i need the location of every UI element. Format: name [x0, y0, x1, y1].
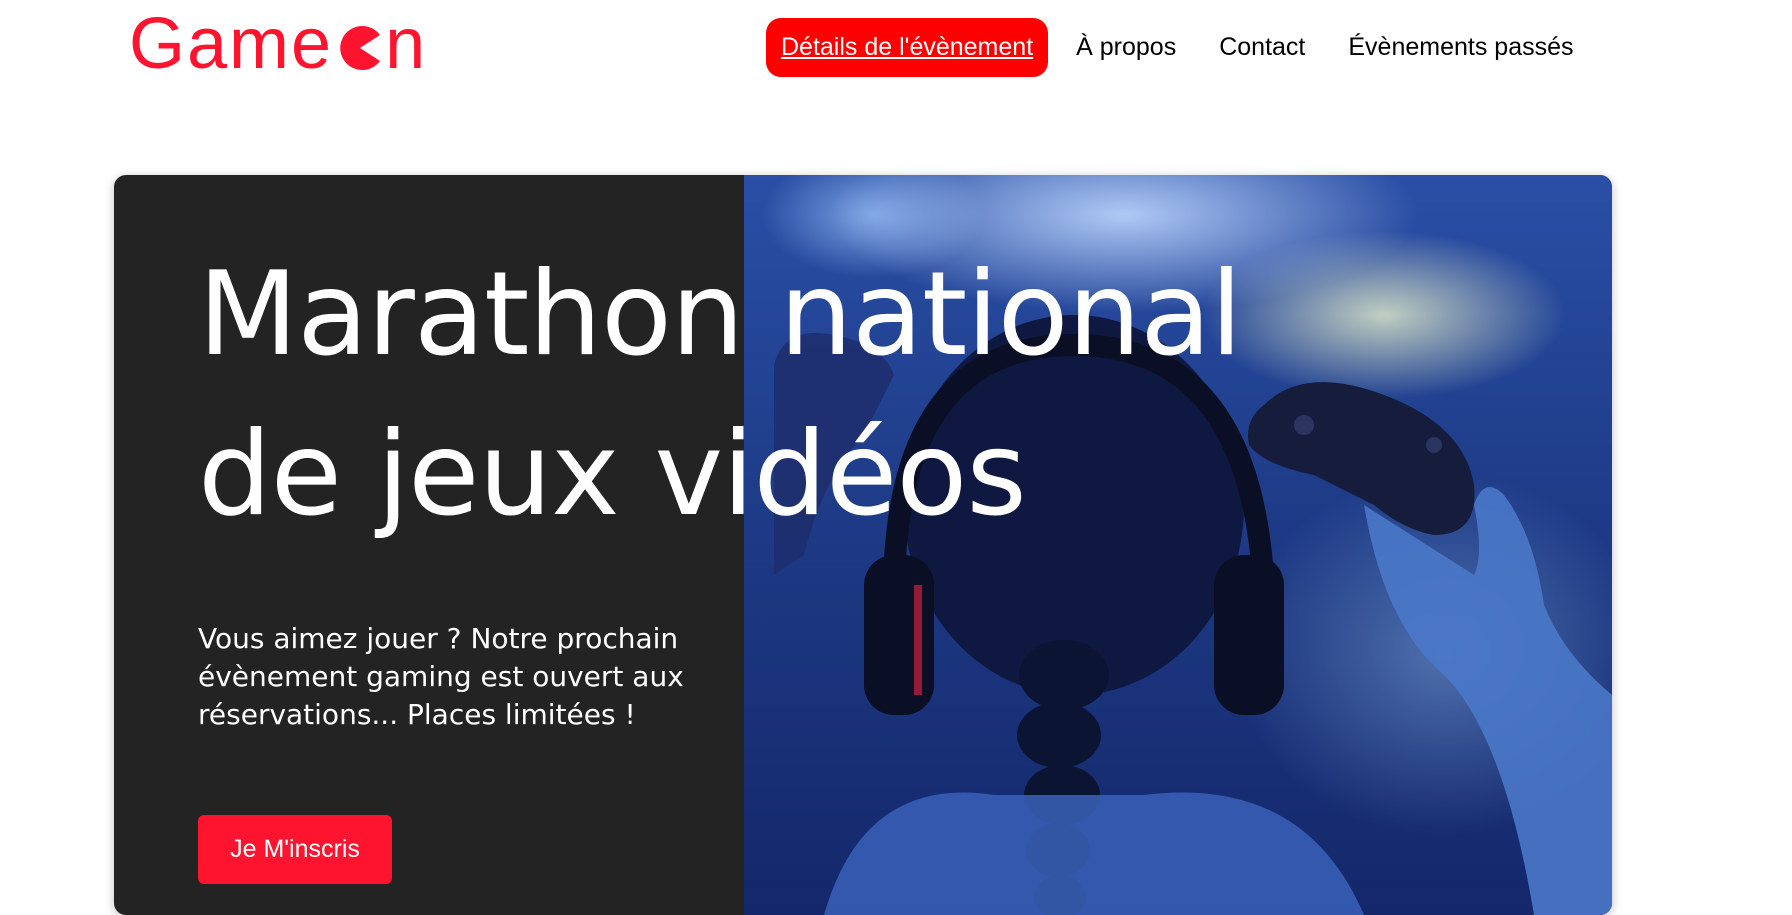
hero-title: Marathon national de jeux vidéos — [198, 235, 1398, 555]
gameon-logo[interactable]: Game n — [129, 4, 427, 84]
hero-title-line-2: de jeux vidéos — [198, 407, 1027, 542]
nav-item-contact[interactable]: Contact — [1204, 18, 1320, 77]
register-button[interactable]: Je M'inscris — [198, 815, 392, 884]
nav-item-past-events[interactable]: Évènements passés — [1333, 18, 1588, 77]
hero-title-line-1: Marathon national — [198, 247, 1242, 382]
pacman-o-icon — [340, 26, 381, 70]
main-nav: Détails de l'évènement À propos Contact … — [766, 18, 1602, 77]
top-navigation: Game n Détails de l'évènement À propos C… — [0, 0, 1792, 100]
logo-text-suffix: n — [385, 4, 428, 84]
nav-item-event-details[interactable]: Détails de l'évènement — [766, 18, 1049, 77]
hero-description: Vous aimez jouer ? Notre prochain évènem… — [198, 622, 684, 731]
logo-text-prefix: Game — [129, 4, 334, 84]
hero-section: Marathon national de jeux vidéos Vous ai… — [114, 175, 1612, 915]
nav-item-about[interactable]: À propos — [1061, 18, 1191, 77]
